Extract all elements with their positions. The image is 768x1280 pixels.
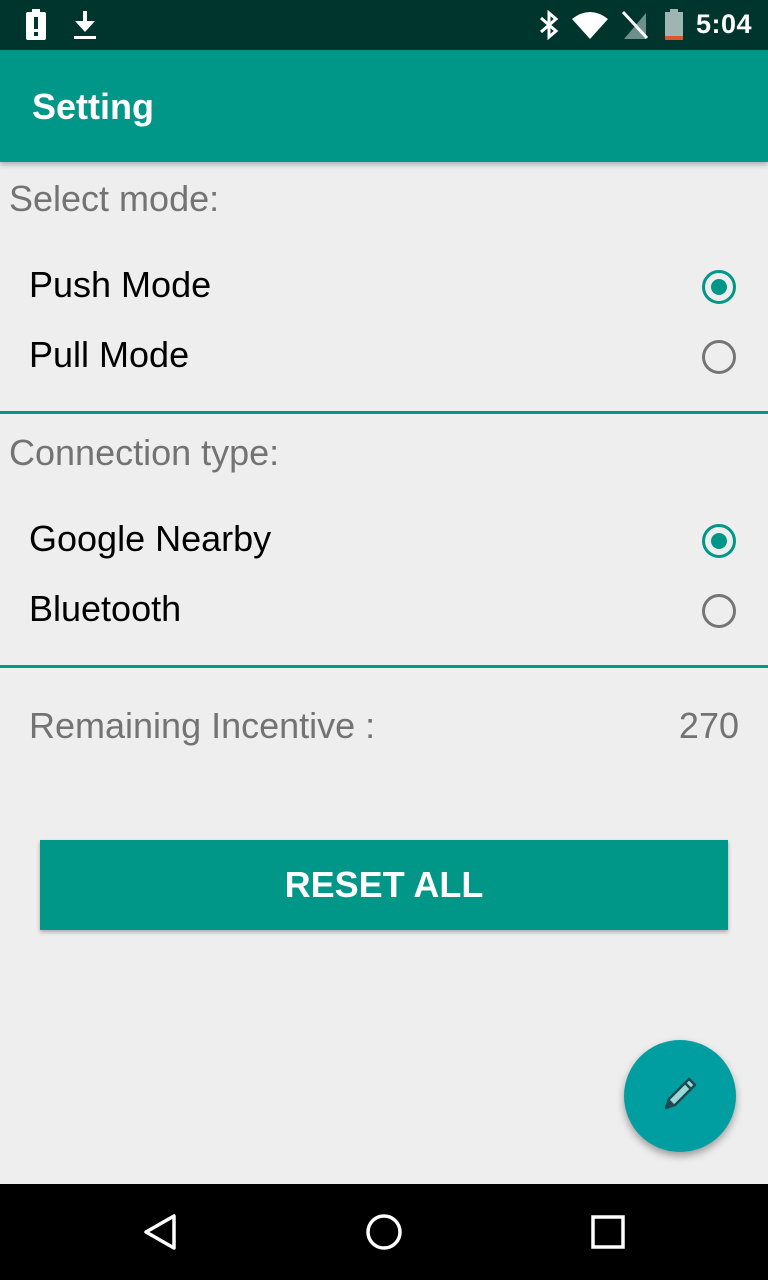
status-bar: 5:04 [0,0,768,50]
section-divider [0,411,768,414]
wifi-icon [570,9,610,46]
push-mode-label: Push Mode [29,264,212,305]
alert-icon [24,9,48,46]
connection-type-label: Connection type: [9,432,280,473]
bluetooth-icon [538,9,560,46]
radio-button-unchecked[interactable] [702,340,736,374]
no-sim-icon [620,9,650,46]
bluetooth-label: Bluetooth [29,588,182,629]
back-icon[interactable] [140,1212,180,1252]
radio-button-checked[interactable] [702,524,736,558]
pencil-icon [658,1072,702,1121]
navigation-bar [0,1184,768,1280]
page-title: Setting [32,86,154,127]
remaining-incentive-label: Remaining Incentive : [29,705,376,746]
radio-bluetooth[interactable]: Bluetooth [0,578,768,648]
app-bar: Setting [0,50,768,162]
remaining-incentive-value: 270 [678,705,739,746]
clock: 5:04 [695,9,752,39]
radio-button-unchecked[interactable] [702,594,736,628]
pull-mode-label: Pull Mode [29,334,190,375]
google-nearby-label: Google Nearby [29,518,272,559]
recents-icon[interactable] [588,1212,628,1252]
section-divider [0,665,768,668]
radio-pull-mode[interactable]: Pull Mode [0,324,768,394]
download-icon [72,9,98,46]
reset-all-button[interactable]: RESET ALL [40,840,728,930]
home-icon[interactable] [364,1212,404,1252]
radio-google-nearby[interactable]: Google Nearby [0,508,768,578]
radio-button-checked[interactable] [702,270,736,304]
radio-push-mode[interactable]: Push Mode [0,254,768,324]
edit-fab[interactable] [624,1040,736,1152]
battery-icon [664,9,684,46]
select-mode-label: Select mode: [9,178,220,219]
